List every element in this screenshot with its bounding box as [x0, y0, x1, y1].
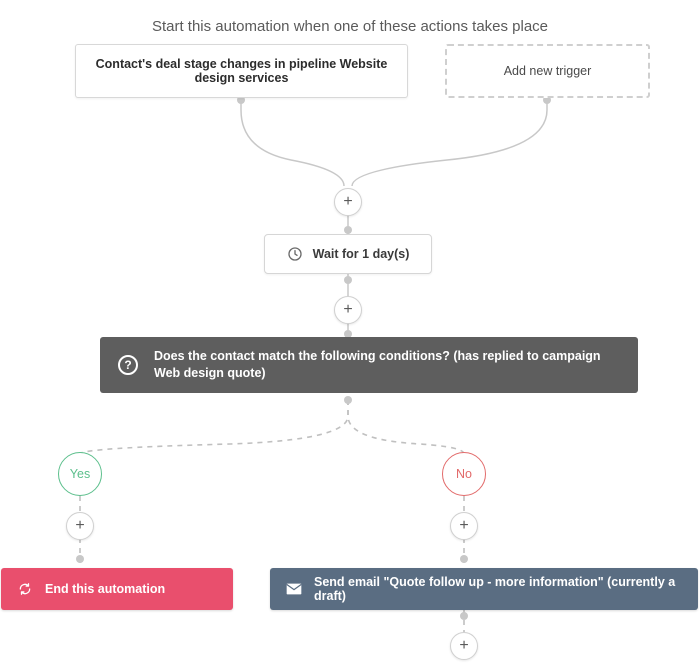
- end-automation-action[interactable]: End this automation: [1, 568, 233, 610]
- refresh-icon: [17, 582, 33, 596]
- add-step-button[interactable]: +: [450, 512, 478, 540]
- send-email-action[interactable]: Send email "Quote follow up - more infor…: [270, 568, 698, 610]
- branch-no[interactable]: No: [442, 452, 486, 496]
- condition-text: Does the contact match the following con…: [154, 348, 620, 383]
- wait-card[interactable]: Wait for 1 day(s): [264, 234, 432, 274]
- add-step-button[interactable]: +: [66, 512, 94, 540]
- trigger-card-primary[interactable]: Contact's deal stage changes in pipeline…: [75, 44, 408, 98]
- question-icon: ?: [118, 355, 138, 375]
- condition-card[interactable]: ? Does the contact match the following c…: [100, 337, 638, 393]
- add-step-button[interactable]: +: [334, 296, 362, 324]
- end-automation-label: End this automation: [45, 582, 165, 596]
- page-title: Start this automation when one of these …: [0, 18, 700, 35]
- branch-yes[interactable]: Yes: [58, 452, 102, 496]
- add-step-button[interactable]: +: [450, 632, 478, 660]
- send-email-label: Send email "Quote follow up - more infor…: [314, 575, 682, 603]
- wait-label: Wait for 1 day(s): [313, 247, 410, 261]
- trigger-text: Contact's deal stage changes in pipeline…: [94, 57, 389, 85]
- add-trigger-label: Add new trigger: [504, 64, 592, 78]
- branch-no-label: No: [456, 467, 472, 481]
- add-step-button[interactable]: +: [334, 188, 362, 216]
- add-trigger-card[interactable]: Add new trigger: [445, 44, 650, 98]
- branch-yes-label: Yes: [70, 467, 90, 481]
- mail-icon: [286, 582, 302, 596]
- clock-icon: [287, 246, 303, 262]
